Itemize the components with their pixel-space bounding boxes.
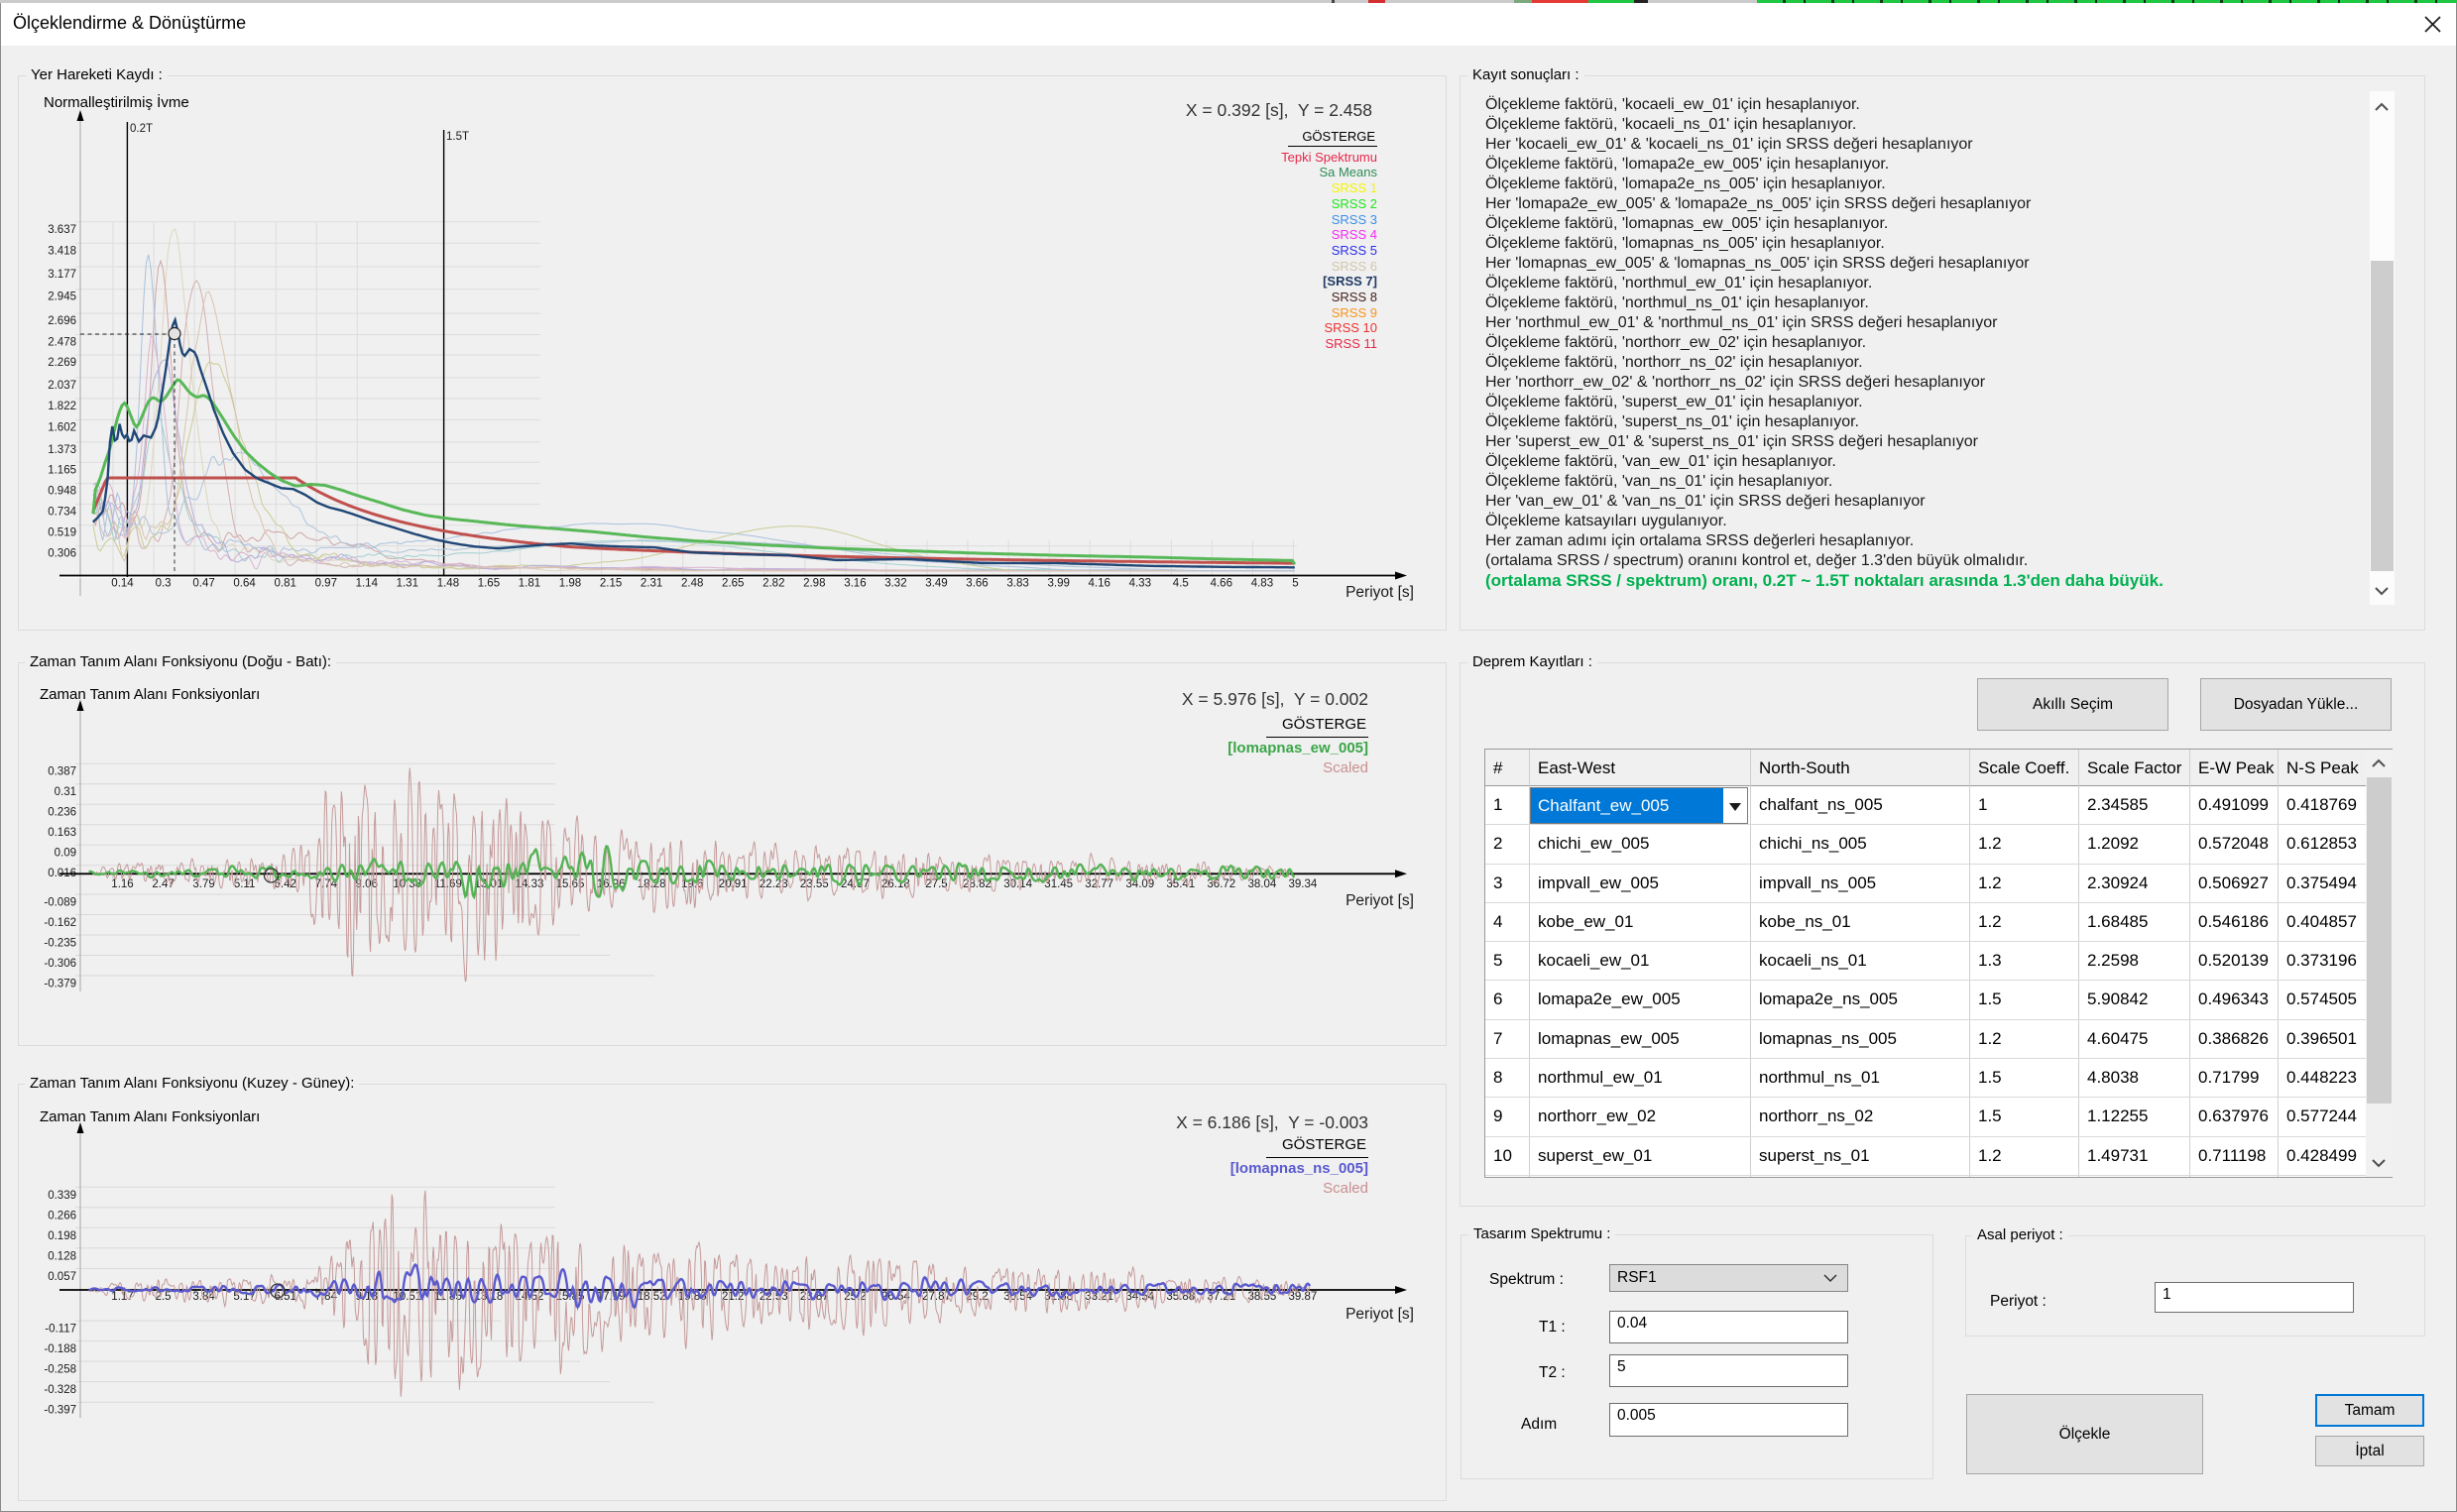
- svg-text:-0.117: -0.117: [45, 1324, 76, 1336]
- svg-text:0.198: 0.198: [48, 1230, 76, 1242]
- svg-text:0.057: 0.057: [48, 1271, 76, 1283]
- svg-text:0.128: 0.128: [48, 1250, 76, 1262]
- svg-text:-0.328: -0.328: [44, 1384, 76, 1396]
- svg-text:0.266: 0.266: [48, 1210, 76, 1221]
- svg-text:0.339: 0.339: [48, 1190, 76, 1202]
- svg-text:-0.258: -0.258: [44, 1364, 76, 1376]
- svg-text:10.51: 10.51: [393, 1291, 421, 1303]
- svg-text:-0.397: -0.397: [44, 1405, 76, 1417]
- svg-text:-0.188: -0.188: [44, 1343, 76, 1355]
- svg-text:2.5: 2.5: [156, 1291, 172, 1303]
- svg-text:39.87: 39.87: [1289, 1291, 1318, 1303]
- svg-text:Periyot [s]: Periyot [s]: [1346, 1306, 1414, 1323]
- svg-text:27.87: 27.87: [922, 1291, 951, 1303]
